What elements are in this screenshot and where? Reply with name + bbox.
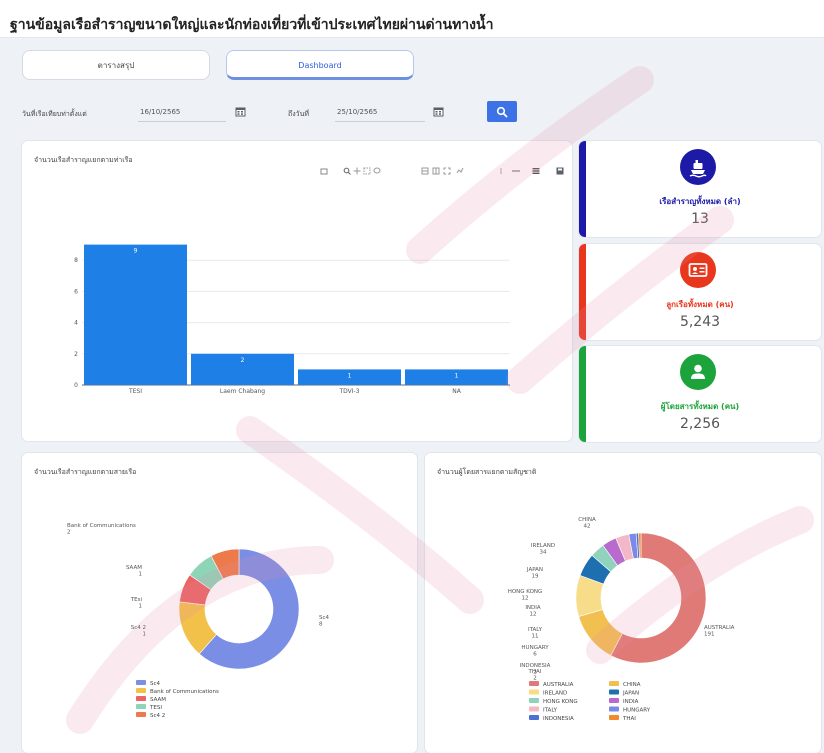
legend-swatch [136, 688, 146, 693]
slice-label: SAAM 1 [126, 565, 142, 578]
bar-value-label: 2 [241, 357, 245, 364]
slice-label: Sc4 8 [319, 615, 330, 628]
bar [84, 244, 187, 385]
bar-value-label: 9 [134, 248, 138, 255]
legend-label: AUSTRALIA [543, 682, 574, 688]
slice-label: HONG KONG 12 [508, 589, 543, 602]
search-icon [496, 106, 508, 118]
y-tick-label: 2 [74, 351, 78, 358]
slice-label: JAPAN 19 [526, 567, 543, 580]
legend-label: INDONESIA [543, 716, 574, 722]
legend-label: ITALY [543, 708, 558, 714]
slice-label: INDIA 12 [525, 605, 541, 618]
legend-label: CHINA [623, 682, 641, 688]
nationality-donut-chart: AUSTRALIA 191 CHINA 42 IRELAND 34 JAPAN 19 HONG … [508, 517, 735, 722]
legend-swatch [609, 698, 619, 703]
legend-label: Sc4 [150, 681, 161, 687]
date-from-input[interactable]: 16/10/2565 [138, 104, 226, 122]
slice-label: CHINA 42 [578, 517, 596, 530]
legend-label: SAAM [150, 697, 166, 703]
legend-swatch [609, 706, 619, 712]
legend-swatch [136, 712, 146, 717]
legend-label: TESI [149, 705, 162, 711]
stat-value-ships: 13 [691, 211, 709, 227]
page-title: ฐานข้อมูลเรือสำราญขนาดใหญ่และนักท่องเที่… [0, 0, 824, 38]
tab-dashboard[interactable]: Dashboard [226, 50, 414, 80]
id-card-icon [680, 252, 716, 288]
x-tick-label: TDVI-3 [338, 388, 359, 395]
legend-swatch [529, 706, 539, 712]
legend-swatch [529, 698, 539, 703]
bar-value-label: 1 [348, 372, 352, 379]
y-tick-label: 0 [74, 382, 78, 389]
search-button[interactable] [487, 101, 517, 122]
x-tick-label: NA [452, 388, 461, 395]
operator-donut-chart: Sc4 8 Bank of Communications 2 SAAM 1 TEsi 1 Sc4… [67, 523, 330, 719]
y-tick-label: 6 [74, 288, 78, 295]
legend-swatch [529, 689, 539, 695]
stat-card-passengers: ผู้โดยสารทั้งหมด (คน) 2,256 [579, 346, 821, 442]
legend-swatch [136, 696, 146, 701]
stat-label-passengers: ผู้โดยสารทั้งหมด (คน) [660, 402, 740, 411]
slice-label: AUSTRALIA 191 [704, 625, 735, 638]
stat-label-ships: เรือสำราญทั้งหมด (ลำ) [659, 197, 741, 206]
legend-swatch [136, 680, 146, 685]
legend-swatch [529, 681, 539, 686]
legend-label: HONG KONG [543, 699, 578, 705]
x-tick-label: TESI [128, 388, 142, 395]
legend-label: JAPAN [622, 691, 639, 697]
slice-label: HUNGARY 6 [521, 645, 549, 658]
slice-label: ITALY 11 [528, 627, 543, 640]
date-to-input[interactable]: 25/10/2565 [335, 104, 425, 122]
slice-label: Sc4 21 [131, 625, 146, 638]
legend-label: THAI [622, 716, 636, 722]
y-tick-label: 4 [74, 320, 78, 327]
legend-label: INDIA [623, 699, 639, 705]
stat-value-crew: 5,243 [679, 314, 721, 330]
slice-label: THAI 2 [528, 669, 542, 682]
legend-label: HUNGARY [623, 708, 651, 714]
legend-label: Bank of Communications [150, 689, 219, 695]
legend-label: IRELAND [543, 691, 567, 697]
x-tick-label: Laem Chabang [220, 388, 265, 395]
legend-swatch [529, 715, 539, 720]
slice-label: IRELAND 34 [531, 543, 555, 556]
calendar-icon[interactable] [235, 106, 246, 117]
slice-label: TEsi 1 [130, 597, 143, 610]
stat-value-passengers: 2,256 [679, 416, 721, 432]
stat-card-crew: ลูกเรือทั้งหมด (คน) 5,243 [579, 244, 821, 340]
legend-swatch [609, 681, 619, 686]
legend-label: Sc4 2 [150, 713, 165, 719]
tab-summary[interactable]: ตารางสรุป [22, 50, 210, 80]
calendar-icon[interactable] [433, 106, 444, 117]
ship-icon [680, 149, 716, 185]
person-icon [680, 354, 716, 390]
legend-swatch [136, 704, 146, 709]
y-tick-label: 8 [74, 257, 78, 264]
legend-swatch [609, 715, 619, 720]
date-from-label: วันที่เรือเทียบท่าตั้งแต่ [22, 110, 87, 118]
stat-label-crew: ลูกเรือทั้งหมด (คน) [666, 300, 734, 309]
slice-label: Bank of Communications 2 [67, 523, 136, 536]
stat-card-ships: เรือสำราญทั้งหมด (ลำ) 13 [579, 141, 821, 237]
date-to-label: ถึงวันที่ [288, 110, 309, 118]
legend-swatch [609, 689, 619, 695]
bar-chart: 0 2 4 6 8 9 TESI 2 Laem Chabang 1 TDVI-3 1 NA [74, 244, 510, 395]
bar-value-label: 1 [455, 372, 459, 379]
